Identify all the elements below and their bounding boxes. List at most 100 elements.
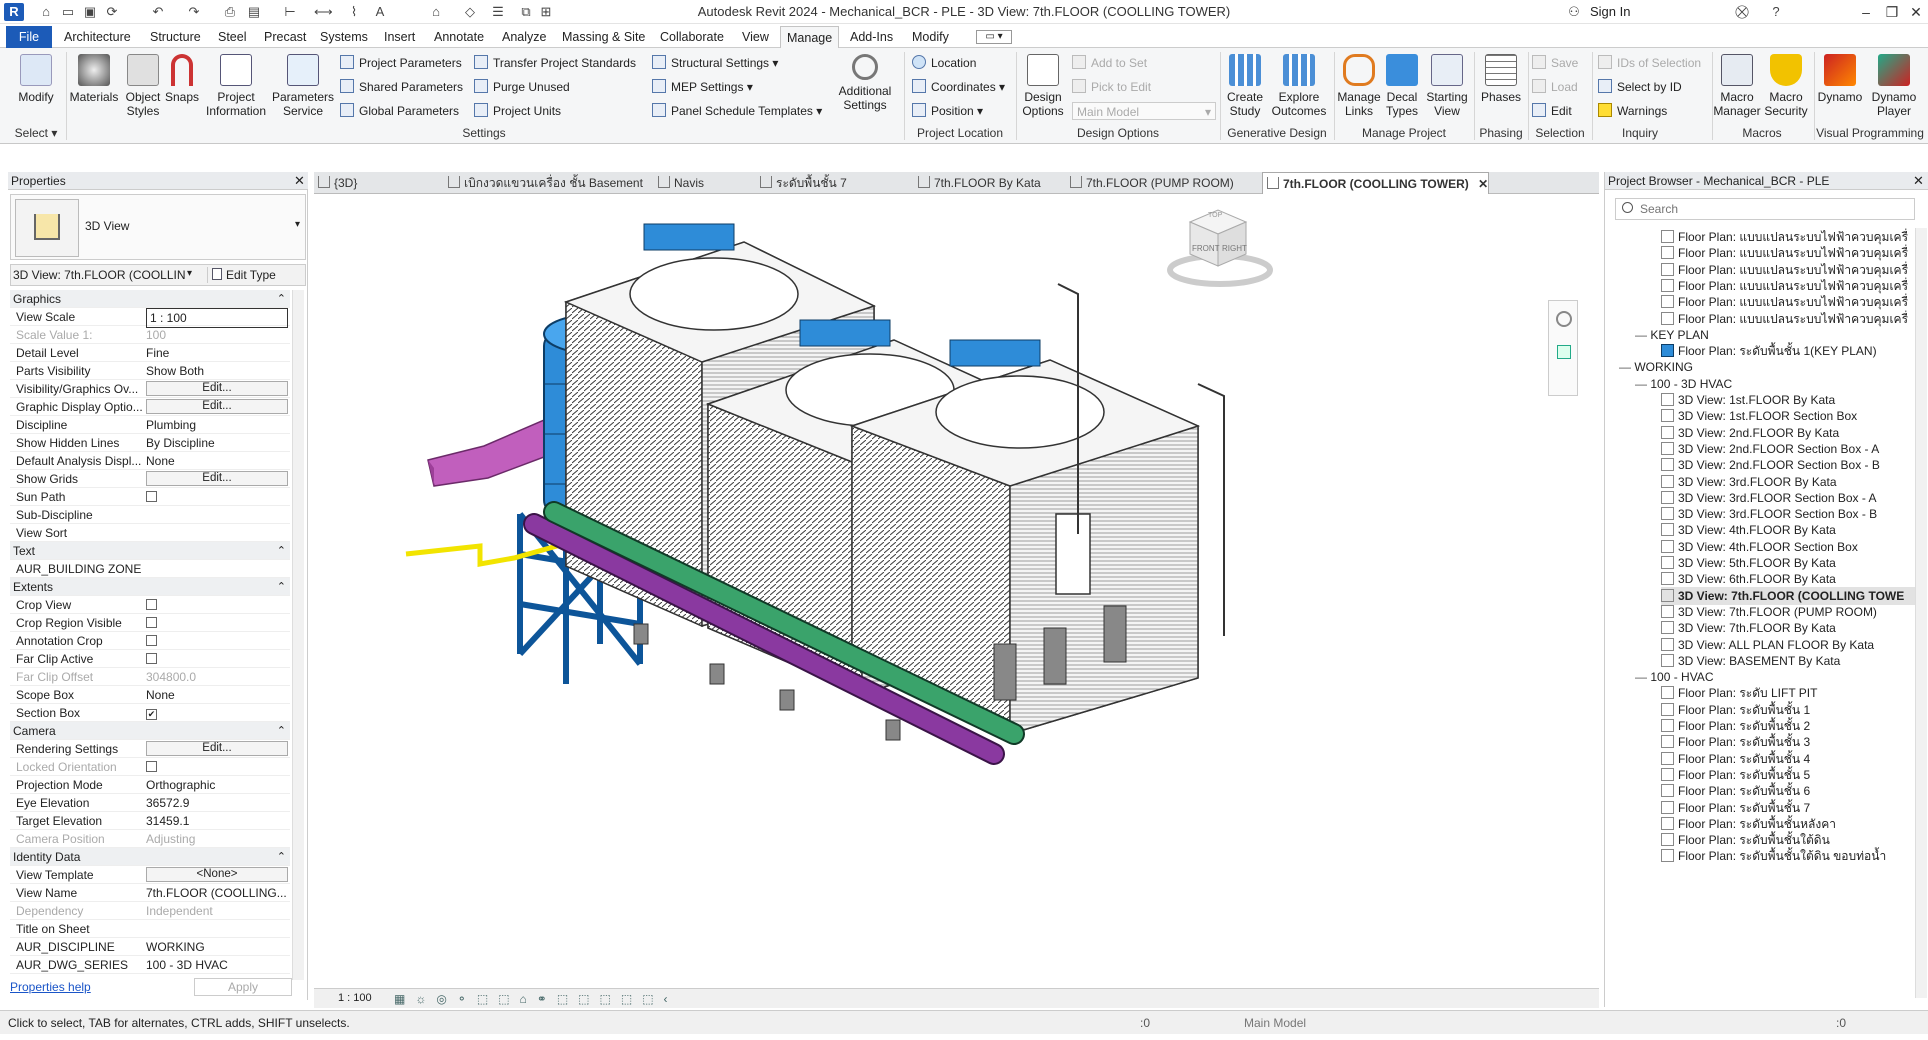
tab-precast[interactable]: Precast <box>258 26 312 48</box>
browser-item[interactable]: 3D View: 6th.FLOOR By Kata <box>1661 570 1915 588</box>
tab-insert[interactable]: Insert <box>378 26 421 48</box>
property-value[interactable]: 36572.9 <box>146 794 288 812</box>
add-to-set-button[interactable]: Add to Set <box>1072 54 1147 72</box>
location-button[interactable]: Location <box>912 54 976 72</box>
browser-item[interactable]: 3D View: 7th.FLOOR (PUMP ROOM) <box>1661 603 1915 621</box>
view-control-icons[interactable]: ▦☼◎⚬⬚⬚⌂⚭⬚⬚⬚⬚⬚‹ <box>394 992 678 1006</box>
browser-item[interactable]: 3D View: 2nd.FLOOR Section Box - A <box>1661 440 1915 458</box>
tab-add-ins[interactable]: Add-Ins <box>844 26 899 48</box>
starting-view-button[interactable]: Starting View <box>1422 54 1472 118</box>
apply-button[interactable]: Apply <box>194 978 292 996</box>
design-option-select[interactable]: Main Model ▾ <box>1072 102 1216 120</box>
view-tab[interactable]: เบิกงวดแขวนเครื่อง ชั้น Basement <box>444 172 643 194</box>
browser-folder[interactable]: — 100 - 3D HVAC <box>1635 375 1915 393</box>
dynamo-button[interactable]: Dynamo <box>1816 54 1864 104</box>
pick-to-edit-button[interactable]: Pick to Edit <box>1072 78 1151 96</box>
property-edit-button[interactable]: Edit... <box>146 399 288 414</box>
chevron-down-icon[interactable]: ▾ <box>187 268 192 279</box>
edit-selection-button[interactable]: Edit <box>1532 102 1572 120</box>
property-value[interactable]: Orthographic <box>146 776 288 794</box>
zoom-icon[interactable] <box>1557 345 1571 359</box>
view-tab[interactable]: ระดับพื้นชั้น 7 <box>756 172 847 194</box>
property-value[interactable]: Edit... <box>146 740 288 756</box>
browser-item[interactable]: 3D View: 1st.FLOOR Section Box <box>1661 407 1915 425</box>
snaps-button[interactable]: Snaps <box>164 54 200 104</box>
property-value[interactable]: By Discipline <box>146 434 288 452</box>
additional-settings-button[interactable]: Additional Settings <box>830 54 900 112</box>
view-tab[interactable]: 7th.FLOOR (COOLLING TOWER) ✕ <box>1262 172 1490 194</box>
property-value[interactable]: WORKING <box>146 938 288 956</box>
tab-collaborate[interactable]: Collaborate <box>654 26 730 48</box>
decal-types-button[interactable]: Decal Types <box>1382 54 1422 118</box>
property-group[interactable]: Text ⌃ <box>10 542 290 560</box>
property-checkbox[interactable] <box>146 599 157 610</box>
project-information-button[interactable]: Project Information <box>206 54 266 118</box>
modify-button[interactable]: Modify <box>10 54 62 104</box>
browser-item[interactable]: 3D View: 2nd.FLOOR Section Box - B <box>1661 456 1915 474</box>
type-selector[interactable]: 3D View ▾ <box>10 194 306 260</box>
view-tab[interactable]: 7th.FLOOR (PUMP ROOM) <box>1066 172 1234 194</box>
property-group[interactable]: Extents ⌃ <box>10 578 290 596</box>
browser-item[interactable]: Floor Plan: ระดับพื้นชั้นใต้ดิน <box>1661 831 1915 849</box>
mep-settings-button[interactable]: MEP Settings ▾ <box>652 78 753 96</box>
property-checkbox[interactable] <box>146 761 157 772</box>
browser-item[interactable]: Floor Plan: แบบแปลนระบบไฟฟ้าควบคุมเครื่ <box>1661 310 1915 328</box>
instance-select[interactable]: 3D View: 7th.FLOOR (COOLLING TOV <box>13 268 185 282</box>
property-value[interactable]: ✔ <box>146 704 288 722</box>
browser-item[interactable]: Floor Plan: ระดับพื้นชั้น 6 <box>1661 782 1915 800</box>
property-group[interactable]: Identity Data ⌃ <box>10 848 290 866</box>
browser-item[interactable]: Floor Plan: ระดับพื้นชั้นใต้ดิน ขอบท่อน้… <box>1661 847 1915 865</box>
view-cube[interactable]: TOP FRONT RIGHT <box>1164 204 1274 294</box>
browser-item[interactable]: 3D View: 1st.FLOOR By Kata <box>1661 391 1915 409</box>
properties-help-link[interactable]: Properties help <box>10 980 91 994</box>
property-value[interactable] <box>146 614 288 633</box>
close-button[interactable]: ✕ <box>1902 2 1928 22</box>
collapse-icon[interactable]: — <box>1635 670 1650 684</box>
worksets-count[interactable]: :0 <box>1140 1016 1150 1030</box>
save-selection-button[interactable]: Save <box>1532 54 1578 72</box>
account-icon[interactable]: ⚇ <box>1566 4 1582 20</box>
structural-settings-button[interactable]: Structural Settings ▾ <box>652 54 778 72</box>
property-checkbox[interactable] <box>146 491 157 502</box>
browser-item[interactable]: 3D View: BASEMENT By Kata <box>1661 652 1915 670</box>
tab-massing-site[interactable]: Massing & Site <box>556 26 651 48</box>
browser-item[interactable]: Floor Plan: ระดับ LIFT PIT <box>1661 684 1915 702</box>
property-checkbox[interactable] <box>146 653 157 664</box>
tab-manage[interactable]: Manage <box>780 26 840 48</box>
explore-outcomes-button[interactable]: Explore Outcomes <box>1268 54 1330 118</box>
property-value[interactable]: 100 - 3D HVAC <box>146 956 288 974</box>
tab-analyze[interactable]: Analyze <box>496 26 552 48</box>
property-checkbox[interactable] <box>146 617 157 628</box>
browser-item[interactable]: 3D View: 4th.FLOOR Section Box <box>1661 538 1915 556</box>
close-tab-icon[interactable]: ✕ <box>1475 177 1488 191</box>
create-study-button[interactable]: Create Study <box>1222 54 1268 118</box>
select-panel-title[interactable]: Select ▾ <box>8 126 64 140</box>
browser-folder[interactable]: — WORKING <box>1619 358 1915 376</box>
property-value[interactable]: 100 <box>146 326 288 344</box>
property-value[interactable] <box>146 758 288 777</box>
property-value[interactable]: Plumbing <box>146 416 288 434</box>
property-group[interactable]: Camera ⌃ <box>10 722 290 740</box>
browser-scrollbar[interactable] <box>1915 228 1927 998</box>
tab-file[interactable]: File <box>6 26 52 48</box>
view-tab[interactable]: 7th.FLOOR By Kata <box>914 172 1041 194</box>
browser-item[interactable]: 3D View: 3rd.FLOOR By Kata <box>1661 473 1915 491</box>
tab-annotate[interactable]: Annotate <box>428 26 490 48</box>
property-value[interactable] <box>146 488 288 507</box>
purge-unused-button[interactable]: Purge Unused <box>474 78 570 96</box>
property-value[interactable]: 7th.FLOOR (COOLLING... <box>146 884 288 902</box>
browser-item[interactable]: Floor Plan: ระดับพื้นชั้น 1(KEY PLAN) <box>1661 342 1915 360</box>
browser-item[interactable]: Floor Plan: ระดับพื้นชั้นหลังคา <box>1661 815 1915 833</box>
global-parameters-button[interactable]: Global Parameters <box>340 102 459 120</box>
warnings-button[interactable]: Warnings <box>1598 102 1667 120</box>
collapse-icon[interactable]: — <box>1619 360 1634 374</box>
browser-item[interactable]: Floor Plan: แบบแปลนระบบไฟฟ้าควบคุมเครื่ <box>1661 293 1915 311</box>
property-value[interactable] <box>146 596 288 615</box>
tab-systems[interactable]: Systems <box>314 26 374 48</box>
browser-item[interactable]: 3D View: ALL PLAN FLOOR By Kata <box>1661 636 1915 654</box>
property-group[interactable]: Graphics ⌃ <box>10 290 290 308</box>
dynamo-player-button[interactable]: Dynamo Player <box>1866 54 1922 118</box>
property-value[interactable] <box>146 650 288 669</box>
position-button[interactable]: Position ▾ <box>912 102 983 120</box>
browser-item[interactable]: Floor Plan: แบบแปลนระบบไฟฟ้าควบคุมเครื่ <box>1661 244 1915 262</box>
